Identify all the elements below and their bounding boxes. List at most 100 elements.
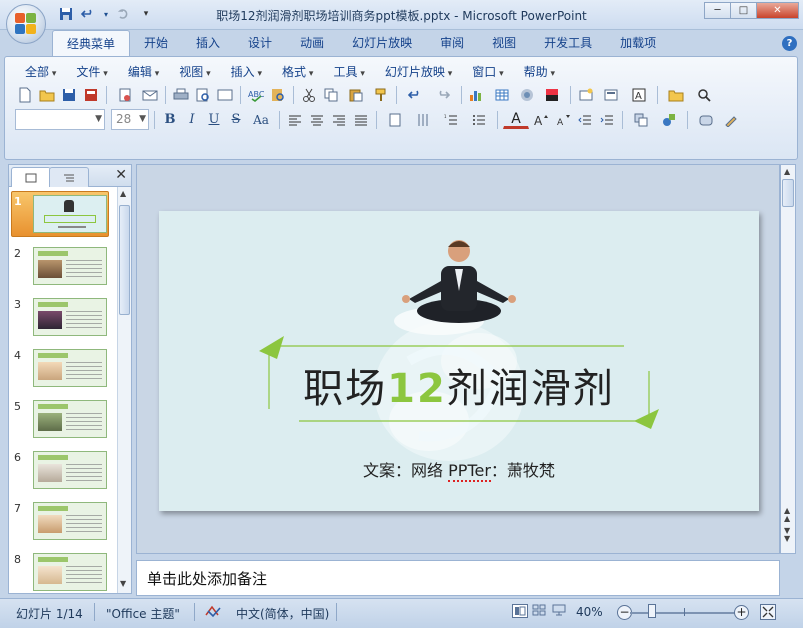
open-folder-dropdown-icon[interactable] bbox=[663, 85, 689, 105]
menu-help[interactable]: 帮助 bbox=[514, 63, 565, 81]
justify-icon[interactable] bbox=[351, 110, 371, 130]
notes-pane[interactable]: 单击此处添加备注 bbox=[136, 560, 780, 596]
scroll-down-icon[interactable]: ▼ bbox=[120, 579, 126, 588]
help-icon[interactable]: ? bbox=[782, 36, 797, 51]
office-button[interactable] bbox=[6, 4, 46, 44]
save-toolbar-icon[interactable] bbox=[59, 85, 79, 105]
slide-subtitle[interactable]: 文案：网络 PPTer：萧牧梵 bbox=[159, 457, 759, 482]
menu-view[interactable]: 视图 bbox=[169, 63, 220, 81]
redo-toolbar-icon[interactable] bbox=[430, 85, 456, 105]
close-pane-icon[interactable]: ✕ bbox=[115, 167, 127, 183]
slide-title[interactable]: 职场12剂润滑剂 bbox=[159, 356, 759, 414]
tab-animations[interactable]: 动画 bbox=[286, 30, 338, 56]
menu-insert[interactable]: 插入 bbox=[221, 63, 272, 81]
insert-chart-icon[interactable] bbox=[467, 85, 487, 105]
align-center-icon[interactable] bbox=[307, 110, 327, 130]
color-grayscale-icon[interactable] bbox=[539, 85, 565, 105]
thumbnail-item-3[interactable]: 3 bbox=[9, 294, 117, 344]
minimize-button[interactable]: ─ bbox=[704, 2, 731, 19]
shrink-font-icon[interactable]: A bbox=[553, 110, 573, 130]
numbering-icon[interactable]: 1 bbox=[438, 110, 464, 130]
thumbnail-item-7[interactable]: 7 bbox=[9, 498, 117, 548]
research-icon[interactable] bbox=[268, 85, 288, 105]
menu-slideshow[interactable]: 幻灯片放映 bbox=[375, 63, 462, 81]
thumbnail-item-4[interactable]: 4 bbox=[9, 345, 117, 395]
text-box-icon[interactable]: A bbox=[626, 85, 652, 105]
previous-slide-icon[interactable]: ▲ ▲ bbox=[784, 507, 790, 523]
slide-layout-icon[interactable] bbox=[598, 85, 624, 105]
thumbnail-item-2[interactable]: 2 bbox=[9, 243, 117, 293]
tab-insert[interactable]: 插入 bbox=[182, 30, 234, 56]
normal-view-icon[interactable] bbox=[512, 604, 528, 618]
permission-icon[interactable] bbox=[112, 85, 138, 105]
email-icon[interactable] bbox=[140, 85, 160, 105]
paste-icon[interactable] bbox=[343, 85, 369, 105]
scroll-up-icon[interactable]: ▲ bbox=[784, 167, 790, 176]
tab-addins[interactable]: 加载项 bbox=[606, 30, 670, 56]
font-name-combobox[interactable]: ▼ bbox=[15, 109, 105, 130]
scrollbar-thumb[interactable] bbox=[782, 179, 794, 207]
grow-font-icon[interactable]: A bbox=[531, 110, 551, 130]
thumbnail-item-5[interactable]: 5 bbox=[9, 396, 117, 446]
pdf-export-icon[interactable] bbox=[81, 85, 101, 105]
menu-format[interactable]: 格式 bbox=[272, 63, 323, 81]
tab-slides[interactable] bbox=[11, 167, 51, 187]
print-preview-icon[interactable] bbox=[193, 85, 213, 105]
menu-edit[interactable]: 编辑 bbox=[118, 63, 169, 81]
slide-canvas[interactable]: 职场12剂润滑剂 文案：网络 PPTer：萧牧梵 bbox=[159, 211, 759, 511]
column-spacing-icon[interactable] bbox=[410, 110, 436, 130]
italic-button[interactable]: I bbox=[182, 110, 202, 130]
shape-outline-icon[interactable] bbox=[721, 110, 741, 130]
fit-to-window-icon[interactable] bbox=[760, 604, 776, 620]
scrollbar-thumb[interactable] bbox=[119, 205, 130, 315]
zoom-in-icon[interactable]: + bbox=[734, 605, 749, 620]
slide-editor[interactable]: 职场12剂润滑剂 文案：网络 PPTer：萧牧梵 bbox=[136, 164, 780, 554]
slide-scrollbar[interactable]: ▲ ▲ ▲ ▼ ▼ bbox=[780, 164, 796, 554]
arrange-icon[interactable] bbox=[628, 110, 654, 130]
menu-file[interactable]: 文件 bbox=[66, 63, 117, 81]
menu-tools[interactable]: 工具 bbox=[323, 63, 374, 81]
new-slide-icon[interactable] bbox=[576, 85, 596, 105]
zoom-level[interactable]: 40% bbox=[576, 605, 603, 619]
spell-check-icon[interactable] bbox=[204, 603, 222, 622]
open-folder-icon[interactable] bbox=[37, 85, 57, 105]
menu-window[interactable]: 窗口 bbox=[462, 63, 513, 81]
slide-view-icon[interactable] bbox=[215, 85, 235, 105]
next-slide-icon[interactable]: ▼ ▼ bbox=[784, 527, 790, 543]
tab-view[interactable]: 视图 bbox=[478, 30, 530, 56]
undo-toolbar-icon[interactable] bbox=[402, 85, 428, 105]
zoom-slider-handle[interactable] bbox=[648, 604, 656, 618]
language-indicator[interactable]: 中文(简体，中国) bbox=[236, 605, 329, 622]
maximize-button[interactable]: □ bbox=[730, 2, 757, 19]
align-left-icon[interactable] bbox=[285, 110, 305, 130]
thumbnail-item-8[interactable]: 8 bbox=[9, 549, 117, 593]
print-icon[interactable] bbox=[171, 85, 191, 105]
thumbnail-item-6[interactable]: 6 bbox=[9, 447, 117, 497]
tab-outline[interactable] bbox=[49, 167, 89, 187]
zoom-search-icon[interactable] bbox=[691, 85, 717, 105]
bold-button[interactable]: B bbox=[160, 110, 180, 130]
close-button[interactable]: ✕ bbox=[756, 2, 799, 19]
thumbnail-scrollbar[interactable]: ▲ ▼ bbox=[117, 187, 131, 593]
shapes-icon[interactable] bbox=[656, 110, 682, 130]
strikethrough-button[interactable]: S bbox=[226, 110, 246, 130]
cut-icon[interactable] bbox=[299, 85, 319, 105]
change-case-button[interactable]: Aa bbox=[248, 110, 274, 130]
font-color-button[interactable]: A bbox=[503, 111, 529, 129]
shape-fill-icon[interactable] bbox=[693, 110, 719, 130]
insert-clipart-icon[interactable] bbox=[517, 85, 537, 105]
slideshow-view-icon[interactable] bbox=[552, 604, 568, 618]
tab-home[interactable]: 开始 bbox=[130, 30, 182, 56]
text-direction-icon[interactable] bbox=[382, 110, 408, 130]
tab-review[interactable]: 审阅 bbox=[426, 30, 478, 56]
menu-all[interactable]: 全部 bbox=[15, 63, 66, 81]
thumbnail-list[interactable]: 1 2 3 4 5 6 7 8 bbox=[9, 187, 117, 593]
tab-design[interactable]: 设计 bbox=[234, 30, 286, 56]
slide-sorter-icon[interactable] bbox=[532, 604, 548, 618]
font-size-combobox[interactable]: 28 ▼ bbox=[111, 109, 149, 130]
spelling-icon[interactable]: ABC bbox=[246, 85, 266, 105]
underline-button[interactable]: U bbox=[204, 110, 224, 130]
scroll-up-icon[interactable]: ▲ bbox=[120, 189, 126, 198]
increase-indent-icon[interactable] bbox=[597, 110, 617, 130]
new-document-icon[interactable] bbox=[15, 85, 35, 105]
